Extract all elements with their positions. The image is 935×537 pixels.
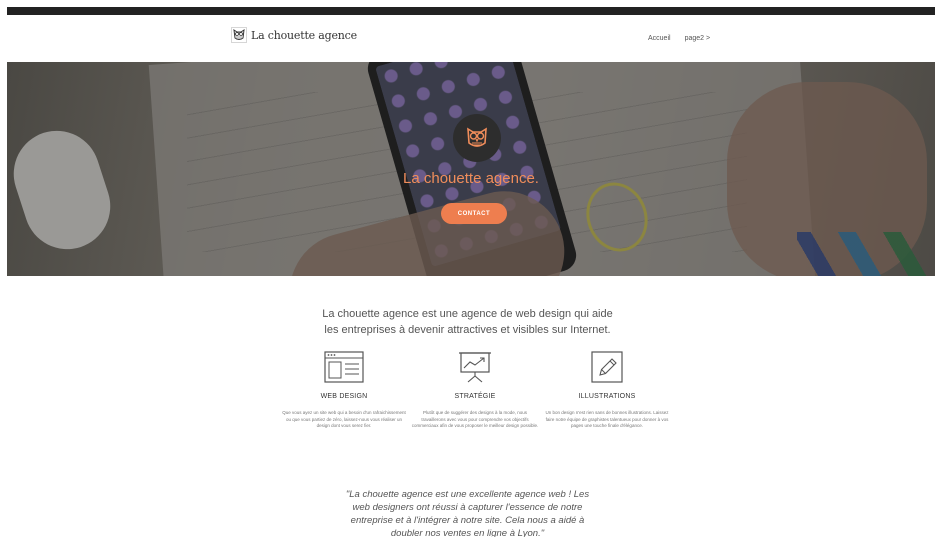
testimonial-line-2: web designers ont réussi à capturer l'es…: [352, 502, 583, 513]
testimonial-line-1: "La chouette agence est une excellente a…: [345, 489, 590, 500]
feature-description: Plutôt que de suggérer des designs à la …: [411, 410, 539, 428]
testimonial-quote: "La chouette agence est une excellente a…: [0, 488, 935, 537]
feature-strategie: STRATÉGIE Plutôt que de suggérer des des…: [405, 350, 545, 430]
site-header: La chouette agence Accueil page2 >: [7, 15, 935, 62]
web-design-icon: [324, 351, 364, 383]
owl-icon: [467, 127, 487, 147]
main-nav: Accueil page2 >: [648, 35, 710, 42]
feature-web-design: WEB DESIGN Que vous ayez un site web qui…: [274, 350, 414, 430]
strategy-icon: [459, 352, 491, 383]
illustration-icon: [591, 351, 623, 383]
feature-description: Un bon design n'est rien sans de bonnes …: [545, 410, 669, 428]
brand-logo-link[interactable]: La chouette agence: [231, 27, 357, 43]
hero-title: La chouette agence.: [403, 170, 539, 187]
testimonial-line-4: doubler nos ventes en ligne à Lyon.": [390, 528, 545, 537]
brand-name: La chouette agence: [251, 28, 357, 42]
top-dark-bar: [7, 7, 935, 15]
owl-logo-icon: [231, 27, 247, 43]
nav-link-accueil[interactable]: Accueil: [648, 35, 671, 42]
nav-link-page2[interactable]: page2 >: [685, 35, 711, 42]
intro-line-1: La chouette agence est une agence de web…: [322, 308, 613, 320]
feature-illustrations: ILLUSTRATIONS Un bon design n'est rien s…: [537, 350, 677, 430]
intro-line-2: les entreprises à devenir attractives et…: [324, 324, 611, 336]
feature-title: ILLUSTRATIONS: [578, 393, 636, 400]
hero-banner: La chouette agence. CONTACT: [7, 62, 935, 276]
feature-title: STRATÉGIE: [454, 393, 496, 400]
intro-text: La chouette agence est une agence de web…: [0, 306, 935, 338]
hero-bg-markers: [797, 232, 935, 276]
feature-title: WEB DESIGN: [320, 393, 368, 400]
hero-bg-mouse: [7, 119, 122, 261]
feature-description: Que vous ayez un site web qui a besoin d…: [282, 410, 406, 428]
contact-button[interactable]: CONTACT: [441, 203, 507, 224]
testimonial-line-3: entreprise et à l'intégrer à notre site.…: [350, 515, 585, 526]
owl-badge: [453, 114, 501, 162]
